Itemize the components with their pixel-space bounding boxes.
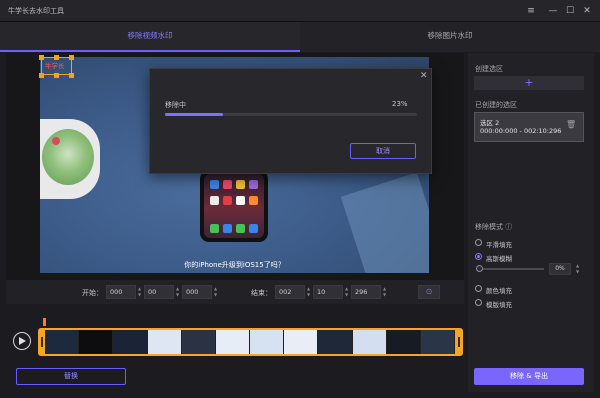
menu-icon[interactable]: ≡ <box>524 4 538 18</box>
trim-handle-right[interactable] <box>458 337 460 347</box>
progress-status: 移除中 <box>165 101 186 109</box>
add-selection-button[interactable]: + <box>474 76 584 90</box>
timeline-frame <box>284 330 319 354</box>
timeline-frame <box>250 330 285 354</box>
mode-gaussian-blur-label: 高斯模糊 <box>486 255 512 263</box>
app-icon <box>249 196 258 205</box>
end-ms-stepper[interactable]: ▲ ▼ <box>381 286 388 298</box>
start-ms-stepper[interactable]: ▲ ▼ <box>212 286 219 298</box>
end-seconds-stepper[interactable]: ▲ ▼ <box>343 286 350 298</box>
start-seconds-stepper[interactable]: ▲ ▼ <box>174 286 181 298</box>
minimize-icon[interactable]: — <box>546 4 560 18</box>
time-controls <box>6 280 464 304</box>
tab-remove-video-watermark[interactable]: 移除视频水印 <box>0 22 300 52</box>
end-ms-input[interactable]: 296 <box>351 285 381 299</box>
resize-handle[interactable] <box>54 73 59 78</box>
blur-slider-knob[interactable] <box>476 265 483 272</box>
removal-mode-label: 移除模式 ⓘ <box>475 223 513 231</box>
title-bar <box>0 0 600 22</box>
blur-percent-stepper[interactable]: ▲ ▼ <box>574 263 581 275</box>
timeline-frame <box>215 330 251 354</box>
remove-export-button[interactable]: 移除 & 导出 <box>474 368 584 385</box>
start-seconds-input[interactable]: 00 <box>144 285 174 299</box>
video-object-flower <box>52 137 60 145</box>
close-icon[interactable]: ✕ <box>580 4 594 18</box>
app-icon <box>223 180 232 189</box>
radio-gaussian-blur[interactable] <box>475 253 482 260</box>
timeline-frames <box>45 330 455 354</box>
start-minutes-stepper[interactable]: ▲ ▼ <box>136 286 143 298</box>
progress-percent: 23% <box>392 100 408 108</box>
timeline-frame <box>318 330 353 354</box>
app-icon <box>249 180 258 189</box>
end-label: 结束： <box>251 289 272 297</box>
radio-smooth-fill[interactable] <box>475 239 482 246</box>
timeline-frame <box>181 330 216 354</box>
mode-template-fill-label: 模版填充 <box>486 301 512 309</box>
app-icon <box>236 180 245 189</box>
blur-slider[interactable] <box>478 268 544 270</box>
resize-handle[interactable] <box>54 55 59 60</box>
maximize-icon[interactable]: ☐ <box>563 4 577 18</box>
timeline-frame <box>386 330 421 354</box>
tab-bar: 移除视频水印 移除图片水印 <box>0 22 600 52</box>
app-icon <box>249 224 258 233</box>
app-icon <box>210 180 219 189</box>
blur-percent-input[interactable]: 0% <box>549 263 571 275</box>
timeline-frame <box>113 330 148 354</box>
tab-remove-image-watermark[interactable]: 移除图片水印 <box>300 22 600 52</box>
play-icon <box>19 337 26 345</box>
video-object-phone-screen <box>204 174 264 238</box>
app-icon <box>223 224 232 233</box>
resize-handle[interactable] <box>39 55 44 60</box>
selection-name: 选区 2 <box>480 119 500 127</box>
app-icon <box>210 224 219 233</box>
trim-handle-left[interactable] <box>41 337 43 347</box>
playhead[interactable] <box>43 318 46 326</box>
progress-bar-fill <box>165 113 223 116</box>
timeline-frame <box>147 330 182 354</box>
end-minutes-input[interactable]: 002 <box>275 285 305 299</box>
mode-smooth-fill-label: 平滑填充 <box>486 241 512 249</box>
start-label: 开始： <box>82 289 103 297</box>
progress-bar <box>165 113 417 116</box>
video-object-cactus <box>42 129 94 185</box>
selection-time-range: 000:00:000 - 002:10:296 <box>480 127 562 135</box>
start-minutes-input[interactable]: 000 <box>106 285 136 299</box>
end-seconds-input[interactable]: 10 <box>313 285 343 299</box>
app-icon <box>236 196 245 205</box>
resize-handle[interactable] <box>39 73 44 78</box>
locate-icon[interactable]: ⊙ <box>418 285 440 299</box>
created-selections-label: 已创建的选区 <box>475 101 517 109</box>
resize-handle[interactable] <box>69 73 74 78</box>
resize-handle[interactable] <box>69 55 74 60</box>
end-minutes-stepper[interactable]: ▲ ▼ <box>305 286 312 298</box>
replace-button[interactable]: 替换 <box>16 368 126 385</box>
timeline-frame <box>420 330 455 354</box>
mode-color-fill-label: 颜色填充 <box>486 287 512 295</box>
app-title: 牛学长去水印工具 <box>8 7 64 15</box>
cancel-button[interactable]: 取消 <box>350 143 416 159</box>
timeline-frame <box>45 330 80 354</box>
app-icon <box>210 196 219 205</box>
start-ms-input[interactable]: 000 <box>182 285 212 299</box>
timeline-frame <box>79 330 114 354</box>
app-icon <box>223 196 232 205</box>
watermark-text: 牛学长 <box>45 62 65 70</box>
video-subtitle: 你的iPhone升级到iOS15了吗？ <box>184 261 285 269</box>
timeline-frame <box>352 330 387 354</box>
trash-icon[interactable]: 🗑 <box>566 120 576 129</box>
app-icon <box>236 224 245 233</box>
radio-color-fill[interactable] <box>475 285 482 292</box>
create-selection-label: 创建选区 <box>475 65 503 73</box>
dialog-close-icon[interactable]: ✕ <box>420 71 428 81</box>
radio-template-fill[interactable] <box>475 299 482 306</box>
